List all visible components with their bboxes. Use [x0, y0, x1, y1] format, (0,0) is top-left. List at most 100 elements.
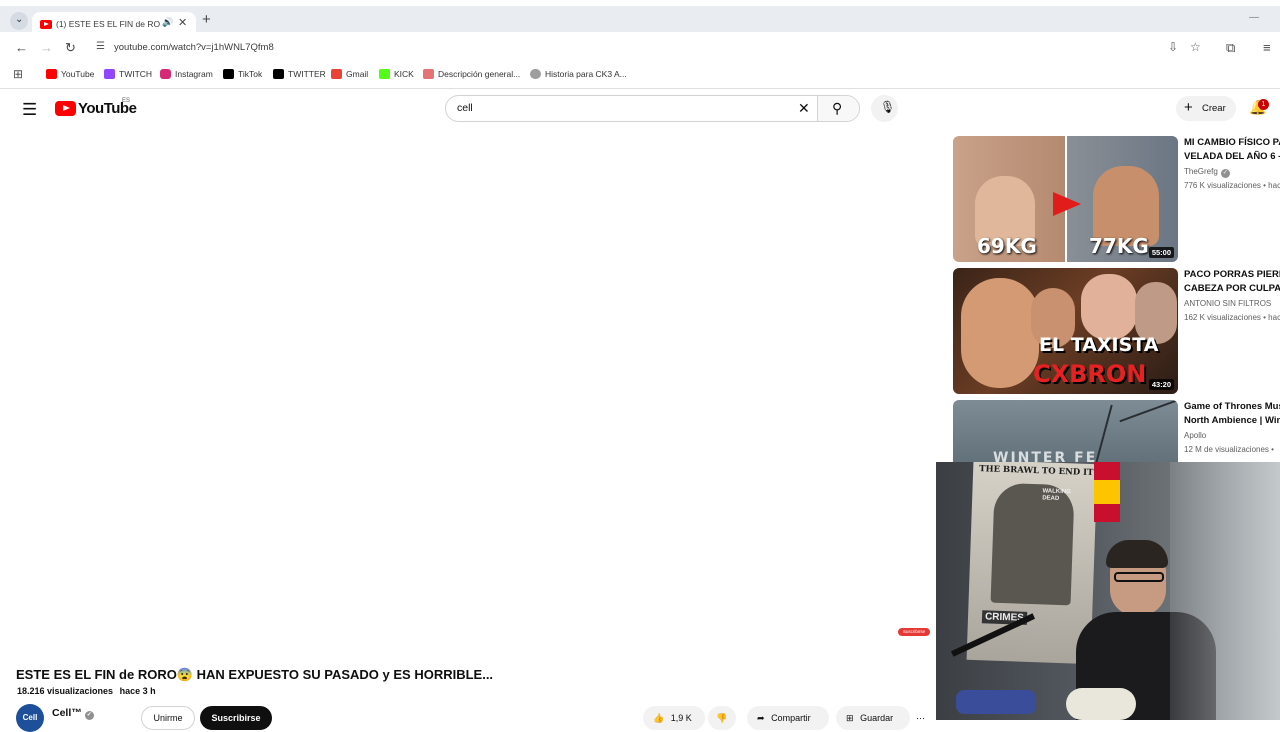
- kick-icon: [379, 69, 390, 79]
- thumbnail-face-1: [961, 278, 1039, 388]
- search-button[interactable]: ⚲: [817, 96, 859, 121]
- dislike-button[interactable]: 👎: [708, 706, 736, 730]
- channel-name[interactable]: Cell™ ✓: [52, 707, 94, 720]
- country-code: ES: [122, 98, 131, 104]
- subscribe-watermark[interactable]: Suscribirse: [898, 628, 930, 636]
- subscribe-button[interactable]: Suscribirse: [200, 706, 272, 730]
- streamer-hair: [1106, 540, 1168, 568]
- thumbs-down-icon: 👎: [716, 713, 728, 723]
- create-button[interactable]: + Crear: [1176, 96, 1236, 121]
- voice-search-button[interactable]: 🎙: [871, 95, 898, 122]
- reading-list-icon[interactable]: ≡: [1263, 40, 1271, 55]
- bookmark-twitch[interactable]: TWITCH: [104, 69, 152, 83]
- window-light: [1170, 462, 1280, 720]
- like-count: 1,9 K: [670, 713, 692, 723]
- new-tab-button[interactable]: +: [202, 11, 211, 28]
- poster-subtitle: WALKING DEAD: [1042, 488, 1071, 502]
- share-button[interactable]: ➦ Compartir: [747, 706, 829, 730]
- browser-tab-strip: ⌄ (1) ESTE ES EL FIN de RORO 🔊 ✕ + —: [0, 6, 1280, 38]
- thumbnail-text-left: 69KG: [977, 234, 1037, 258]
- bookmark-kick[interactable]: KICK: [379, 69, 414, 83]
- install-app-icon[interactable]: ⇩: [1168, 40, 1178, 54]
- speaker-icon[interactable]: 🔊: [162, 17, 173, 28]
- verified-icon: ✓: [1220, 169, 1230, 178]
- recommendation-title[interactable]: PACO PORRAS PIERD CABEZA POR CULPA D: [1184, 268, 1280, 295]
- thumbnail-face-3: [1081, 274, 1137, 340]
- hamburger-menu-icon[interactable]: ☰: [22, 100, 37, 120]
- bookmark-historia-ck3[interactable]: Historia para CK3 A...: [530, 69, 627, 83]
- apps-grid-icon[interactable]: ⊞: [13, 67, 23, 81]
- recommendation-channel[interactable]: Apollo: [1184, 431, 1206, 440]
- url-text[interactable]: youtube.com/watch?v=j1hWNL7Qfm8: [114, 42, 274, 53]
- recommendation-meta: 776 K visualizaciones • hac: [1184, 181, 1280, 190]
- video-thumbnail[interactable]: EL TAXISTA CXBRON 43:20: [953, 268, 1178, 394]
- instagram-icon: [160, 69, 171, 79]
- twitch-icon: [104, 69, 115, 79]
- save-button[interactable]: ⊞ Guardar: [836, 706, 910, 730]
- bookmark-descripcion-general[interactable]: Descripción general...: [423, 69, 520, 83]
- search-icon: ⚲: [832, 100, 843, 116]
- bookmark-gmail[interactable]: Gmail: [331, 69, 368, 83]
- thumbnail-text: WINTER FE: [993, 450, 1098, 462]
- analytics-icon: [423, 69, 434, 79]
- desk-object: [956, 690, 1036, 714]
- share-label: Compartir: [771, 713, 811, 723]
- bookmark-tiktok[interactable]: TikTok: [223, 69, 262, 83]
- clear-search-icon[interactable]: ✕: [798, 100, 810, 117]
- recommendation-item[interactable]: WINTER FE Game of Thrones Mus North Ambi…: [953, 400, 1280, 462]
- bookmark-instagram[interactable]: Instagram: [160, 69, 213, 83]
- youtube-logo-icon[interactable]: [55, 101, 76, 116]
- globe-icon: [530, 69, 541, 79]
- reload-icon[interactable]: ↻: [65, 40, 76, 56]
- tiktok-icon: [223, 69, 234, 79]
- address-bar[interactable]: ☰ youtube.com/watch?v=j1hWNL7Qfm8 ⇩ ☆: [88, 36, 1218, 60]
- view-count: 18.216 visualizaciones: [17, 686, 114, 696]
- search-input[interactable]: cell: [457, 102, 473, 114]
- thumbnail-text-right: 77KG: [1089, 234, 1149, 258]
- site-info-icon[interactable]: ☰: [96, 41, 105, 52]
- recommendation-channel[interactable]: TheGrefg ✓: [1184, 167, 1230, 178]
- youtube-icon: [46, 69, 57, 79]
- video-duration: 55:00: [1148, 247, 1174, 258]
- minimize-window-icon[interactable]: —: [1249, 12, 1259, 23]
- tab-title: (1) ESTE ES EL FIN de RORO: [56, 19, 160, 29]
- more-actions-icon[interactable]: ⋯: [916, 706, 936, 730]
- extensions-icon[interactable]: ⧉: [1226, 40, 1235, 56]
- video-meta: 18.216 visualizaciones hace 3 h: [17, 686, 156, 696]
- thumbnail-text-line1: EL TAXISTA: [1039, 334, 1159, 356]
- red-arrow-icon: [1053, 192, 1081, 216]
- recommendation-title[interactable]: MI CAMBIO FÍSICO PA VELADA DEL AÑO 6 - .…: [1184, 136, 1280, 163]
- youtube-favicon-icon: [40, 20, 52, 29]
- recommendation-title[interactable]: Game of Thrones Mus North Ambience | Win…: [1184, 400, 1280, 427]
- thumbnail-tree-branch: [1095, 404, 1113, 462]
- video-title: ESTE ES EL FIN de RORO😨 HAN EXPUESTO SU …: [16, 667, 494, 682]
- tab-search-button[interactable]: ⌄: [10, 12, 28, 30]
- like-button[interactable]: 👍 1,9 K: [643, 706, 705, 730]
- close-tab-icon[interactable]: ✕: [178, 16, 187, 29]
- bookmark-youtube[interactable]: YouTube: [46, 69, 94, 83]
- video-thumbnail[interactable]: WINTER FE: [953, 400, 1178, 462]
- streamer-glasses: [1114, 572, 1164, 582]
- upload-age: hace 3 h: [119, 686, 156, 696]
- video-thumbnail[interactable]: 69KG 77KG 55:00: [953, 136, 1178, 262]
- recommendation-channel[interactable]: ANTONIO SIN FILTROS: [1184, 299, 1271, 308]
- bookmark-twitter[interactable]: TWITTER: [273, 69, 326, 83]
- channel-avatar[interactable]: Cell: [16, 704, 44, 732]
- forward-arrow-icon[interactable]: →: [40, 40, 53, 55]
- plate: [1066, 688, 1136, 720]
- bookmark-star-icon[interactable]: ☆: [1190, 40, 1201, 54]
- thumbs-up-icon: 👍: [653, 713, 665, 723]
- search-bar[interactable]: cell ✕ ⚲: [445, 95, 860, 122]
- back-arrow-icon[interactable]: ←: [15, 40, 28, 55]
- notification-badge: 1: [1258, 99, 1269, 110]
- recommendation-item[interactable]: EL TAXISTA CXBRON 43:20 PACO PORRAS PIER…: [953, 268, 1280, 394]
- bookmarks-bar: ⊞ YouTube TWITCH Instagram TikTok TWITTE…: [0, 64, 1280, 86]
- recommendation-item[interactable]: 69KG 77KG 55:00 MI CAMBIO FÍSICO PA VELA…: [953, 136, 1280, 262]
- video-duration: 43:20: [1148, 379, 1174, 390]
- divider: [0, 88, 1280, 89]
- join-button[interactable]: Unirme: [141, 706, 195, 730]
- save-label: Guardar: [860, 713, 894, 723]
- video-player[interactable]: [6, 134, 934, 658]
- gmail-icon: [331, 69, 342, 79]
- webcam-overlay: THE BRAWL TO END IT ALL WALKING DEAD CRI…: [936, 462, 1280, 720]
